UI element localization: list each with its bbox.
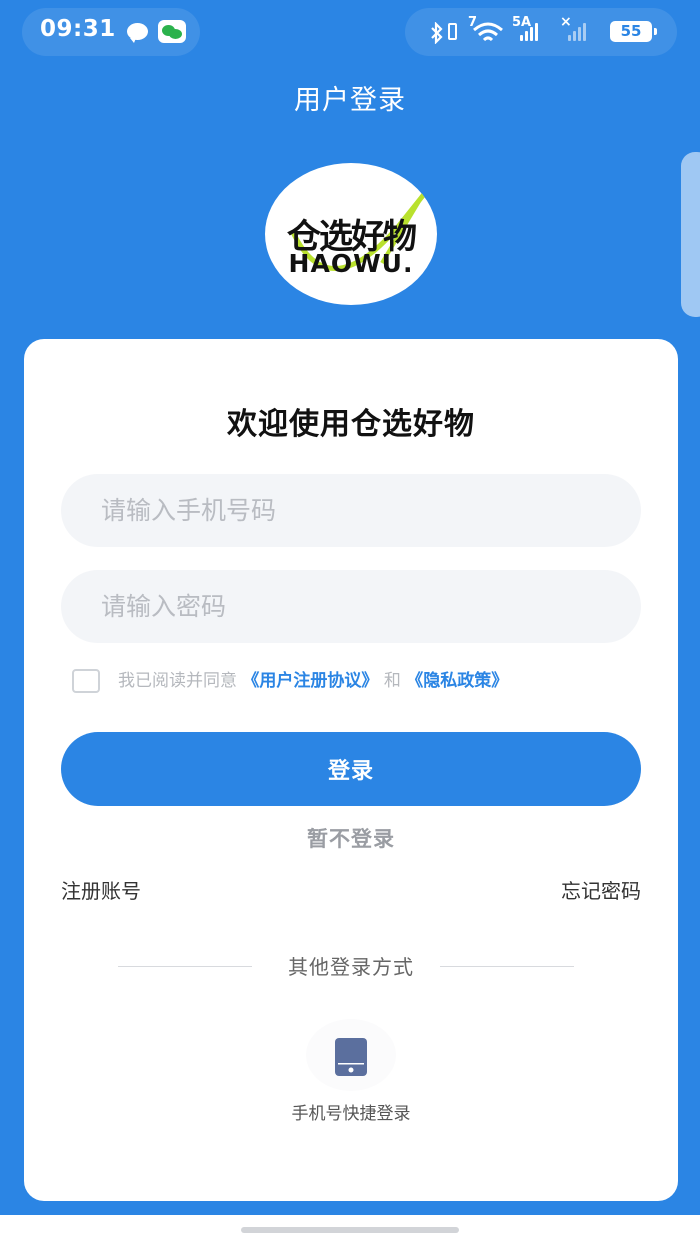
- status-bar: 09:31 7 5A × 55: [0, 0, 700, 62]
- skip-login-link[interactable]: 暂不登录: [24, 823, 678, 853]
- login-button[interactable]: 登录: [61, 732, 641, 806]
- login-card: 欢迎使用仓选好物 我已阅读并同意 《用户注册协议》 和 《隐私政策》 登录 暂不…: [24, 339, 678, 1201]
- battery-icon: 55: [610, 21, 657, 42]
- other-login-title: 其他登录方式: [288, 955, 414, 979]
- password-input[interactable]: [61, 570, 641, 643]
- divider-right: [440, 966, 574, 967]
- side-handle[interactable]: [681, 152, 700, 317]
- signal-icon: [520, 22, 538, 41]
- message-icon: [127, 23, 148, 43]
- phone-icon: [335, 1038, 367, 1076]
- privacy-link[interactable]: 《隐私政策》: [406, 671, 508, 691]
- page-title: 用户登录: [294, 85, 406, 116]
- agreement-and: 和: [383, 671, 401, 691]
- phone-quick-login-button[interactable]: [306, 1019, 396, 1091]
- logo-text-en: HAOWU.: [288, 249, 414, 278]
- wechat-icon: [158, 20, 186, 43]
- agreement-checkbox[interactable]: [72, 669, 100, 693]
- agreement-text: 我已阅读并同意 《用户注册协议》 和 《隐私政策》: [118, 669, 508, 693]
- status-time: 09:31: [40, 16, 116, 42]
- wifi-icon: [473, 22, 503, 42]
- register-link[interactable]: 注册账号: [61, 875, 141, 904]
- home-indicator[interactable]: [241, 1227, 459, 1233]
- phone-input[interactable]: [61, 474, 641, 547]
- welcome-title: 欢迎使用仓选好物: [227, 407, 475, 442]
- signal2-icon: [568, 22, 586, 41]
- agreement-prefix: 我已阅读并同意: [118, 671, 237, 691]
- app-logo: 仓选好物 HAOWU.: [265, 163, 437, 305]
- battery-small-icon: [448, 23, 457, 40]
- terms-link[interactable]: 《用户注册协议》: [242, 671, 378, 691]
- bluetooth-icon: [431, 22, 443, 44]
- phone-quick-login-label[interactable]: 手机号快捷登录: [24, 1099, 678, 1124]
- forgot-password-link[interactable]: 忘记密码: [561, 875, 641, 904]
